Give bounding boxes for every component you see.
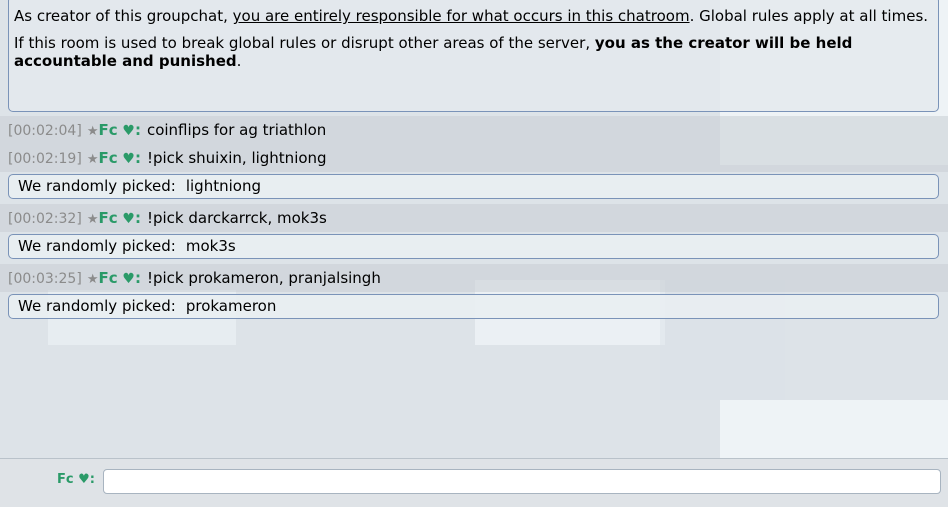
heart-icon: ♥	[122, 151, 135, 167]
rank-star-icon: ★	[86, 124, 99, 139]
message-input[interactable]	[103, 469, 941, 494]
chat-log[interactable]: As creator of this groupchat, you are en…	[0, 0, 948, 458]
rules-paragraph-2: If this room is used to break global rul…	[14, 34, 853, 70]
message-timestamp: [00:02:04]	[8, 123, 82, 139]
pick-label: We randomly picked:	[18, 237, 176, 255]
rank-star-icon: ★	[86, 212, 99, 227]
pick-result-box: We randomly picked: prokameron	[8, 294, 939, 319]
pick-value: mok3s	[185, 237, 236, 255]
rules-paragraph-1: As creator of this groupchat, you are en…	[14, 7, 929, 25]
chat-message: [00:02:19] ★Fc ♥: !pick shuixin, lightnion…	[0, 144, 948, 172]
pick-label: We randomly picked:	[18, 177, 176, 195]
message-text: coinflips for ag triathlon	[146, 121, 327, 139]
pick-label: We randomly picked:	[18, 297, 176, 315]
heart-icon: ♥	[122, 271, 135, 287]
room-rules-notice: As creator of this groupchat, you are en…	[8, 0, 939, 112]
message-timestamp: [00:02:32]	[8, 211, 82, 227]
heart-icon: ♥	[122, 123, 135, 139]
message-text: !pick prokameron, pranjalsingh	[146, 269, 381, 287]
chat-message: [00:02:32] ★Fc ♥: !pick darckarrck, mok3s	[0, 204, 948, 232]
message-username[interactable]: Fc	[98, 149, 117, 167]
message-username[interactable]: Fc	[98, 121, 117, 139]
message-username[interactable]: Fc	[98, 269, 117, 287]
message-text: !pick shuixin, lightniong	[146, 149, 327, 167]
rank-star-icon: ★	[86, 152, 99, 167]
input-username-label[interactable]: Fc ♥:	[57, 472, 95, 487]
message-timestamp: [00:03:25]	[8, 271, 82, 287]
chat-message: [00:02:04] ★Fc ♥: coinflips for ag triathl…	[0, 116, 948, 144]
message-timestamp: [00:02:19]	[8, 151, 82, 167]
rules-responsibility-text: you are entirely responsible for what oc…	[232, 7, 690, 25]
pick-result-box: We randomly picked: mok3s	[8, 234, 939, 259]
message-text: !pick darckarrck, mok3s	[146, 209, 327, 227]
pick-value: prokameron	[185, 297, 277, 315]
pick-result-box: We randomly picked: lightniong	[8, 174, 939, 199]
chat-input-bar: Fc ♥:	[0, 458, 948, 507]
pick-value: lightniong	[185, 177, 261, 195]
rank-star-icon: ★	[86, 272, 99, 287]
chat-message: [00:03:25] ★Fc ♥: !pick prokameron, pranja…	[0, 264, 948, 292]
message-username[interactable]: Fc	[98, 209, 117, 227]
heart-icon: ♥	[78, 472, 90, 487]
heart-icon: ♥	[122, 211, 135, 227]
